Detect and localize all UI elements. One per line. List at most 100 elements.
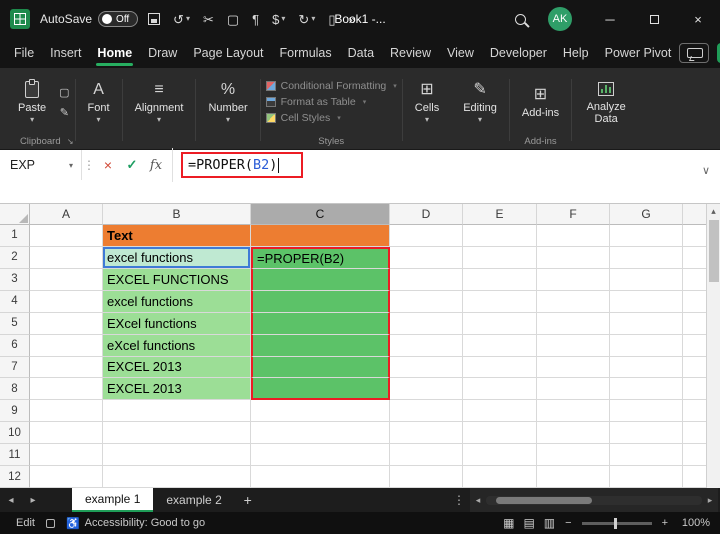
autosave-toggle[interactable]: Off bbox=[98, 11, 139, 27]
cells-button[interactable]: ⊞ Cells ▾ bbox=[408, 78, 446, 127]
menu-tab-page-layout[interactable]: Page Layout bbox=[185, 40, 271, 66]
cell-D10[interactable] bbox=[390, 422, 463, 445]
cell-A11[interactable] bbox=[30, 444, 103, 467]
cells-dropdown-icon[interactable]: ▾ bbox=[425, 115, 429, 125]
cell-D1[interactable] bbox=[390, 225, 463, 247]
name-box-dropdown-icon[interactable]: ▾ bbox=[69, 161, 73, 170]
editing-button[interactable]: ✎ Editing ▾ bbox=[456, 78, 504, 127]
collapse-formula-bar-icon[interactable]: ∨ bbox=[702, 164, 710, 177]
cell-F4[interactable] bbox=[537, 290, 610, 313]
cell-E8[interactable] bbox=[463, 378, 537, 401]
cell-C11[interactable] bbox=[251, 444, 390, 467]
styles-item-conditional-formatting-dropdown-icon[interactable]: ▾ bbox=[393, 82, 397, 90]
cell-B3[interactable]: EXCEL FUNCTIONS bbox=[103, 268, 251, 291]
cell-E1[interactable] bbox=[463, 225, 537, 247]
menu-tab-power-pivot[interactable]: Power Pivot bbox=[597, 40, 680, 66]
cell-G2[interactable] bbox=[610, 246, 683, 269]
row-header-11[interactable]: 11 bbox=[0, 444, 30, 467]
copy-button[interactable]: ▢ bbox=[227, 13, 239, 26]
number-button[interactable]: % Number ▾ bbox=[201, 78, 254, 127]
cell-A7[interactable] bbox=[30, 356, 103, 379]
cell-C4[interactable] bbox=[251, 290, 390, 313]
cell-A1[interactable] bbox=[30, 225, 103, 247]
cell-D7[interactable] bbox=[390, 356, 463, 379]
column-header-G[interactable]: G bbox=[610, 204, 683, 225]
cell-F8[interactable] bbox=[537, 378, 610, 401]
sheet-tab-example-1[interactable]: example 1 bbox=[72, 488, 154, 512]
styles-item-cell-styles[interactable]: Cell Styles ▾ bbox=[265, 112, 397, 124]
cell-A6[interactable] bbox=[30, 334, 103, 357]
cell-B7[interactable]: EXCEL 2013 bbox=[103, 356, 251, 379]
cell-B2[interactable]: excel functions bbox=[103, 246, 251, 269]
cell-A3[interactable] bbox=[30, 268, 103, 291]
formula-input[interactable]: =PROPER(B2) bbox=[172, 148, 720, 182]
cell-G9[interactable] bbox=[610, 400, 683, 423]
undo-dropdown-icon[interactable]: ▾ bbox=[186, 15, 190, 23]
cut-button[interactable]: ✂ bbox=[203, 13, 214, 26]
cell-D9[interactable] bbox=[390, 400, 463, 423]
avatar[interactable]: AK bbox=[548, 7, 572, 31]
row-header-4[interactable]: 4 bbox=[0, 290, 30, 313]
cell-D8[interactable] bbox=[390, 378, 463, 401]
macro-record-icon[interactable] bbox=[45, 518, 55, 528]
clipboard-dialog-launcher-icon[interactable]: ↘ bbox=[67, 137, 74, 146]
sheet-nav-right-icon[interactable]: ▸ bbox=[22, 495, 44, 506]
undo-button[interactable]: ↺ ▾ bbox=[173, 13, 190, 26]
minimize-button[interactable]: ─ bbox=[588, 0, 632, 38]
alignment-dropdown-icon[interactable]: ▾ bbox=[157, 115, 161, 125]
hscroll-right-icon[interactable]: ▸ bbox=[704, 495, 716, 506]
paragraph-marks-button[interactable]: ¶ bbox=[252, 13, 259, 26]
paste-dropdown-icon[interactable]: ▾ bbox=[30, 115, 34, 125]
sheet-options-icon[interactable]: ⋮ bbox=[448, 493, 470, 507]
column-header-B[interactable]: B bbox=[103, 204, 251, 225]
zoom-slider-thumb[interactable] bbox=[613, 517, 617, 529]
cell-B10[interactable] bbox=[103, 422, 251, 445]
menu-tab-file[interactable]: File bbox=[6, 40, 42, 66]
scroll-up-icon[interactable]: ▴ bbox=[711, 204, 716, 218]
cell-G1[interactable] bbox=[610, 225, 683, 247]
zoom-in-button[interactable]: + bbox=[662, 517, 668, 529]
vertical-scrollbar[interactable]: ▴ bbox=[706, 204, 720, 488]
cell-C5[interactable] bbox=[251, 312, 390, 335]
cell-F6[interactable] bbox=[537, 334, 610, 357]
cell-F9[interactable] bbox=[537, 400, 610, 423]
row-header-9[interactable]: 9 bbox=[0, 400, 30, 423]
hscroll-left-icon[interactable]: ◂ bbox=[472, 495, 484, 506]
cell-E5[interactable] bbox=[463, 312, 537, 335]
cell-F11[interactable] bbox=[537, 444, 610, 467]
row-header-7[interactable]: 7 bbox=[0, 356, 30, 379]
redo-dropdown-icon[interactable]: ▾ bbox=[311, 15, 315, 23]
cell-E9[interactable] bbox=[463, 400, 537, 423]
cell-C8[interactable] bbox=[251, 378, 390, 401]
cell-B4[interactable]: excel functions bbox=[103, 290, 251, 313]
font-dropdown-icon[interactable]: ▾ bbox=[97, 115, 101, 125]
cell-B8[interactable]: EXCEL 2013 bbox=[103, 378, 251, 401]
cell-D2[interactable] bbox=[390, 246, 463, 269]
formula-bar-handle[interactable]: ⋮ bbox=[82, 150, 96, 180]
comments-button[interactable] bbox=[679, 43, 710, 63]
format-painter-button[interactable]: ✎ bbox=[60, 106, 69, 119]
menu-tab-data[interactable]: Data bbox=[340, 40, 382, 66]
horizontal-scrollbar[interactable]: ◂ ▸ bbox=[470, 488, 718, 512]
normal-view-icon[interactable]: ▦ bbox=[503, 516, 514, 530]
currency-dropdown-icon[interactable]: ▾ bbox=[281, 15, 285, 23]
zoom-out-button[interactable]: − bbox=[565, 517, 571, 529]
styles-item-conditional-formatting[interactable]: Conditional Formatting ▾ bbox=[265, 80, 397, 92]
menu-tab-help[interactable]: Help bbox=[555, 40, 597, 66]
cell-E4[interactable] bbox=[463, 290, 537, 313]
accessibility-status[interactable]: ♿ Accessibility: Good to go bbox=[66, 517, 205, 530]
menu-tab-developer[interactable]: Developer bbox=[482, 40, 555, 66]
editing-dropdown-icon[interactable]: ▾ bbox=[478, 115, 482, 125]
cell-B11[interactable] bbox=[103, 444, 251, 467]
currency-format-button[interactable]: $ ▾ bbox=[272, 13, 285, 26]
row-header-12[interactable]: 12 bbox=[0, 466, 30, 488]
vertical-scroll-thumb[interactable] bbox=[708, 220, 719, 282]
cell-A2[interactable] bbox=[30, 246, 103, 269]
row-header-1[interactable]: 1 bbox=[0, 225, 30, 247]
new-document-button[interactable]: ▯ bbox=[328, 13, 335, 26]
cell-A10[interactable] bbox=[30, 422, 103, 445]
cell-E6[interactable] bbox=[463, 334, 537, 357]
cell-D6[interactable] bbox=[390, 334, 463, 357]
row-header-5[interactable]: 5 bbox=[0, 312, 30, 335]
column-header-A[interactable]: A bbox=[30, 204, 103, 225]
